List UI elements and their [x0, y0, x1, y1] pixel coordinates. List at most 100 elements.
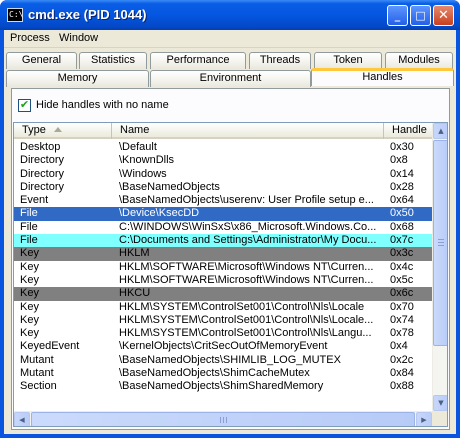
table-row[interactable]: File C:\Documents and Settings\Administra… — [14, 234, 432, 248]
cell-handle: 0x74 — [390, 313, 414, 326]
hide-unnamed-checkbox[interactable]: ✔ — [18, 99, 31, 112]
horizontal-scrollbar[interactable]: ◀ ▶ — [14, 411, 432, 426]
thumb-grip-line — [220, 417, 221, 423]
cell-handle: 0x88 — [390, 380, 414, 393]
table-row[interactable]: Section \BaseNamedObjects\ShimSharedMemor… — [14, 380, 432, 393]
cell-type: Desktop — [20, 141, 61, 153]
table-row[interactable]: Key HKLM\SOFTWARE\Microsoft\Windows NT\Cu… — [14, 261, 432, 274]
cell-name: \Device\KsecDD — [119, 207, 200, 220]
cell-type: KeyedEvent — [20, 340, 80, 353]
cell-handle: 0x5c — [390, 273, 414, 286]
cell-name: HKLM\SYSTEM\ControlSet001\Control\Nls\Lo… — [119, 300, 365, 313]
column-header-handle[interactable]: Handle — [384, 123, 432, 139]
cell-handle: 0x50 — [390, 207, 414, 220]
cell-handle: 0x68 — [390, 220, 414, 233]
table-row[interactable]: Desktop \Default 0x30 — [14, 141, 432, 154]
tab-memory[interactable]: Memory — [6, 70, 149, 87]
tab-statistics[interactable]: Statistics — [79, 52, 147, 69]
cell-handle: 0x14 — [390, 167, 414, 180]
tab-environment[interactable]: Environment — [150, 70, 311, 87]
cell-handle: 0x78 — [390, 327, 414, 340]
table-row[interactable]: File \Device\KsecDD 0x50 — [14, 207, 432, 221]
cell-name: HKLM\SYSTEM\ControlSet001\Control\Nls\Lo… — [119, 313, 374, 326]
tab-performance[interactable]: Performance — [150, 52, 246, 69]
thumb-grip-line — [438, 239, 444, 240]
window-title: cmd.exe (PID 1044) — [28, 7, 147, 22]
cell-name: \BaseNamedObjects\userenv: User Profile … — [119, 194, 374, 207]
cell-type: Key — [20, 327, 39, 340]
tab-modules[interactable]: Modules — [385, 52, 453, 69]
scroll-down-button[interactable]: ▼ — [433, 395, 447, 411]
cell-handle: 0x8 — [390, 154, 408, 167]
cell-name: \KernelObjects\CritSecOutOfMemoryEvent — [119, 340, 328, 353]
cell-handle: 0x3c — [390, 247, 414, 260]
process-properties-window: C:\ cmd.exe (PID 1044) _ □ ✕ Process Win… — [0, 0, 460, 438]
horizontal-scroll-thumb[interactable] — [31, 412, 415, 426]
minimize-button[interactable]: _ — [387, 5, 408, 26]
cell-type: Directory — [20, 167, 65, 180]
cell-type: Event — [20, 194, 49, 207]
thumb-grip-line — [438, 242, 444, 243]
table-row[interactable]: Key HKLM\SOFTWARE\Microsoft\Windows NT\Cu… — [14, 274, 432, 287]
table-row[interactable]: Directory \BaseNamedObjects 0x28 — [14, 181, 432, 194]
cell-name: HKLM\SOFTWARE\Microsoft\Windows NT\Curre… — [119, 260, 374, 273]
cell-handle: 0x64 — [390, 194, 414, 207]
table-row[interactable]: Key HKLM\SYSTEM\ControlSet001\Control\Nls… — [14, 314, 432, 327]
column-header-name[interactable]: Name — [112, 123, 384, 139]
cell-type: Directory — [20, 180, 65, 193]
list-header: Type Name Handle — [14, 123, 432, 139]
tab-handles[interactable]: Handles — [311, 68, 454, 86]
cell-name: HKLM\SYSTEM\ControlSet001\Control\Nls\La… — [119, 327, 372, 340]
cell-type: Section — [20, 380, 57, 393]
cell-name: \BaseNamedObjects\SHIMLIB_LOG_MUTEX — [119, 353, 341, 366]
table-row[interactable]: Key HKCU 0x6c — [14, 287, 432, 301]
cell-name: \BaseNamedObjects — [119, 180, 220, 193]
table-row[interactable]: Key HKLM\SYSTEM\ControlSet001\Control\Nls… — [14, 301, 432, 314]
cell-name: \KnownDlls — [119, 154, 175, 167]
thumb-grip-line — [223, 417, 224, 423]
vertical-scrollbar[interactable]: ▲ ▼ — [432, 123, 447, 411]
list-rows: Desktop \Default 0x30 Directory \KnownDlls 0x… — [14, 141, 432, 394]
menu-bar: Process Window — [4, 30, 456, 48]
cell-handle: 0x7c — [390, 234, 414, 247]
cell-name: HKCU — [119, 287, 151, 300]
table-row[interactable]: Directory \KnownDlls 0x8 — [14, 154, 432, 167]
scroll-right-button[interactable]: ▶ — [416, 412, 432, 426]
cell-type: Key — [20, 273, 39, 286]
cell-type: File — [20, 220, 38, 233]
cell-type: Mutant — [20, 353, 54, 366]
tab-general[interactable]: General — [6, 52, 77, 69]
cell-type: Key — [20, 247, 39, 260]
tab-threads[interactable]: Threads — [249, 52, 311, 69]
tab-token[interactable]: Token — [314, 52, 382, 69]
vertical-scroll-thumb[interactable] — [433, 140, 447, 346]
close-button[interactable]: ✕ — [433, 5, 454, 26]
title-bar[interactable]: C:\ cmd.exe (PID 1044) _ □ ✕ — [0, 0, 460, 30]
table-row[interactable]: Directory \Windows 0x14 — [14, 168, 432, 181]
table-row[interactable]: File C:\WINDOWS\WinSxS\x86_Microsoft.Wind… — [14, 221, 432, 234]
cell-handle: 0x70 — [390, 300, 414, 313]
scrollbar-corner — [432, 411, 447, 426]
scroll-up-button[interactable]: ▲ — [433, 123, 447, 139]
cell-handle: 0x4 — [390, 340, 408, 353]
maximize-button[interactable]: □ — [410, 5, 431, 26]
table-row[interactable]: KeyedEvent \KernelObjects\CritSecOutOfMem… — [14, 340, 432, 353]
table-row[interactable]: Mutant \BaseNamedObjects\ShimCacheMutex 0x… — [14, 367, 432, 380]
cmd-app-icon[interactable]: C:\ — [7, 8, 23, 22]
hide-unnamed-label[interactable]: Hide handles with no name — [36, 99, 169, 111]
cell-handle: 0x6c — [390, 287, 414, 300]
cell-handle: 0x2c — [390, 353, 414, 366]
menu-process[interactable]: Process — [10, 32, 50, 44]
menu-window[interactable]: Window — [59, 32, 98, 44]
cell-type: File — [20, 234, 38, 247]
table-row[interactable]: Key HKLM 0x3c — [14, 247, 432, 261]
column-header-type[interactable]: Type — [14, 123, 112, 139]
cell-name: C:\WINDOWS\WinSxS\x86_Microsoft.Windows.… — [119, 220, 377, 233]
cell-type: Directory — [20, 154, 65, 167]
table-row[interactable]: Event \BaseNamedObjects\userenv: User Pro… — [14, 194, 432, 207]
handles-list[interactable]: Type Name Handle Desktop \Default 0x30 Dire… — [13, 122, 448, 427]
handles-panel: ✔ Hide handles with no name Type Name Ha… — [11, 88, 450, 430]
scroll-left-button[interactable]: ◀ — [14, 412, 30, 426]
table-row[interactable]: Key HKLM\SYSTEM\ControlSet001\Control\Nls… — [14, 327, 432, 340]
table-row[interactable]: Mutant \BaseNamedObjects\SHIMLIB_LOG_MUTE… — [14, 354, 432, 367]
